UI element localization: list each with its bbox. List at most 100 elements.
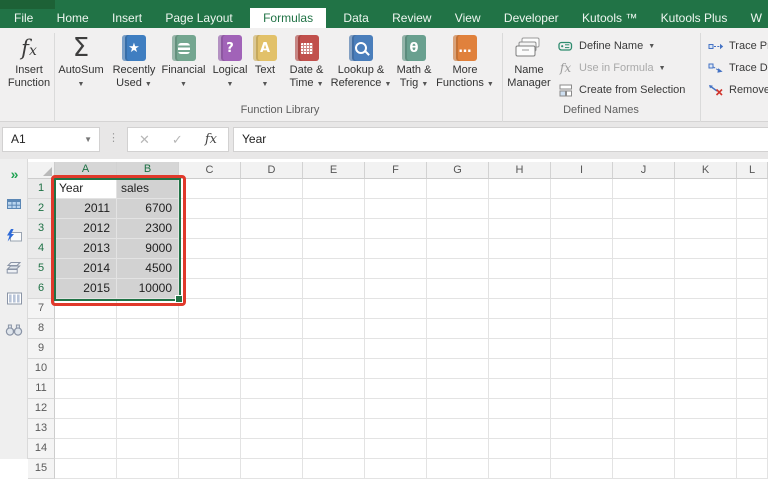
row-header-15[interactable]: 15 bbox=[28, 459, 55, 479]
cell-e8[interactable] bbox=[303, 319, 365, 339]
tab-kutools[interactable]: Kutools ™ bbox=[576, 8, 643, 28]
column-header-e[interactable]: E bbox=[303, 162, 365, 179]
cell-h14[interactable] bbox=[489, 439, 551, 459]
cell-h6[interactable] bbox=[489, 279, 551, 299]
cell-l11[interactable] bbox=[737, 379, 768, 399]
cell-d15[interactable] bbox=[241, 459, 303, 479]
cell-f12[interactable] bbox=[365, 399, 427, 419]
name-box-dropdown-icon[interactable]: ▼ bbox=[84, 135, 92, 144]
cell-i11[interactable] bbox=[551, 379, 613, 399]
cell-a1[interactable]: Year bbox=[55, 179, 117, 199]
cell-a8[interactable] bbox=[55, 319, 117, 339]
cell-d1[interactable] bbox=[241, 179, 303, 199]
cell-h2[interactable] bbox=[489, 199, 551, 219]
cell-l4[interactable] bbox=[737, 239, 768, 259]
cell-f15[interactable] bbox=[365, 459, 427, 479]
worksheet-icon[interactable] bbox=[4, 194, 24, 212]
cell-l14[interactable] bbox=[737, 439, 768, 459]
cell-f8[interactable] bbox=[365, 319, 427, 339]
cell-i4[interactable] bbox=[551, 239, 613, 259]
cell-b4[interactable]: 9000 bbox=[117, 239, 179, 259]
cell-e3[interactable] bbox=[303, 219, 365, 239]
cell-f11[interactable] bbox=[365, 379, 427, 399]
column-header-a[interactable]: A bbox=[55, 162, 117, 179]
columns-icon[interactable] bbox=[4, 289, 24, 307]
row-header-5[interactable]: 5 bbox=[28, 259, 55, 279]
column-header-i[interactable]: I bbox=[551, 162, 613, 179]
cell-j1[interactable] bbox=[613, 179, 675, 199]
row-header-1[interactable]: 1 bbox=[28, 179, 55, 199]
column-header-g[interactable]: G bbox=[427, 162, 489, 179]
cell-f7[interactable] bbox=[365, 299, 427, 319]
trace-pre-button[interactable]: Trace Pre bbox=[707, 36, 768, 56]
cell-c3[interactable] bbox=[179, 219, 241, 239]
tab-data[interactable]: Data bbox=[337, 8, 374, 28]
cell-g9[interactable] bbox=[427, 339, 489, 359]
cell-k12[interactable] bbox=[675, 399, 737, 419]
cell-k3[interactable] bbox=[675, 219, 737, 239]
column-header-k[interactable]: K bbox=[675, 162, 737, 179]
text-button[interactable]: A Text ▼ bbox=[246, 32, 284, 102]
flash-pane-icon[interactable] bbox=[4, 226, 24, 244]
row-header-14[interactable]: 14 bbox=[28, 439, 55, 459]
row-header-10[interactable]: 10 bbox=[28, 359, 55, 379]
tab-home[interactable]: Home bbox=[51, 8, 95, 28]
cell-b8[interactable] bbox=[117, 319, 179, 339]
cancel-icon[interactable]: ✕ bbox=[139, 132, 150, 148]
cell-d8[interactable] bbox=[241, 319, 303, 339]
cell-f6[interactable] bbox=[365, 279, 427, 299]
cell-g1[interactable] bbox=[427, 179, 489, 199]
cell-g6[interactable] bbox=[427, 279, 489, 299]
cell-f2[interactable] bbox=[365, 199, 427, 219]
cell-e9[interactable] bbox=[303, 339, 365, 359]
cell-i7[interactable] bbox=[551, 299, 613, 319]
name-manager-button[interactable]: Name Manager bbox=[505, 32, 553, 102]
formula-input[interactable]: Year bbox=[233, 127, 768, 152]
binoculars-icon[interactable] bbox=[4, 321, 24, 339]
cell-a6[interactable]: 2015 bbox=[55, 279, 117, 299]
cell-c4[interactable] bbox=[179, 239, 241, 259]
cell-e11[interactable] bbox=[303, 379, 365, 399]
cell-c14[interactable] bbox=[179, 439, 241, 459]
cell-c2[interactable] bbox=[179, 199, 241, 219]
row-header-13[interactable]: 13 bbox=[28, 419, 55, 439]
row-header-4[interactable]: 4 bbox=[28, 239, 55, 259]
cell-c15[interactable] bbox=[179, 459, 241, 479]
cell-b7[interactable] bbox=[117, 299, 179, 319]
cell-i10[interactable] bbox=[551, 359, 613, 379]
financial-button[interactable]: Financial ▼ bbox=[160, 32, 207, 102]
cell-j9[interactable] bbox=[613, 339, 675, 359]
cell-k13[interactable] bbox=[675, 419, 737, 439]
cell-g4[interactable] bbox=[427, 239, 489, 259]
cell-g10[interactable] bbox=[427, 359, 489, 379]
lookup-reference-button[interactable]: Lookup & Reference ▼ bbox=[330, 32, 392, 102]
cell-h11[interactable] bbox=[489, 379, 551, 399]
cell-d4[interactable] bbox=[241, 239, 303, 259]
cell-b6[interactable]: 10000 bbox=[117, 279, 179, 299]
cell-k10[interactable] bbox=[675, 359, 737, 379]
cell-f1[interactable] bbox=[365, 179, 427, 199]
row-header-11[interactable]: 11 bbox=[28, 379, 55, 399]
cell-d11[interactable] bbox=[241, 379, 303, 399]
cell-a13[interactable] bbox=[55, 419, 117, 439]
cell-e2[interactable] bbox=[303, 199, 365, 219]
cell-e6[interactable] bbox=[303, 279, 365, 299]
cell-e5[interactable] bbox=[303, 259, 365, 279]
cell-g13[interactable] bbox=[427, 419, 489, 439]
cell-k6[interactable] bbox=[675, 279, 737, 299]
cell-a4[interactable]: 2013 bbox=[55, 239, 117, 259]
cell-l2[interactable] bbox=[737, 199, 768, 219]
cell-c13[interactable] bbox=[179, 419, 241, 439]
cell-e12[interactable] bbox=[303, 399, 365, 419]
row-header-7[interactable]: 7 bbox=[28, 299, 55, 319]
cell-g11[interactable] bbox=[427, 379, 489, 399]
cell-b12[interactable] bbox=[117, 399, 179, 419]
create-from-selection-button[interactable]: Create from Selection bbox=[557, 80, 685, 100]
cell-f4[interactable] bbox=[365, 239, 427, 259]
cell-k2[interactable] bbox=[675, 199, 737, 219]
more-functions-button[interactable]: … More Functions ▼ bbox=[436, 32, 494, 102]
column-header-j[interactable]: J bbox=[613, 162, 675, 179]
cell-d14[interactable] bbox=[241, 439, 303, 459]
cell-i8[interactable] bbox=[551, 319, 613, 339]
cell-j10[interactable] bbox=[613, 359, 675, 379]
